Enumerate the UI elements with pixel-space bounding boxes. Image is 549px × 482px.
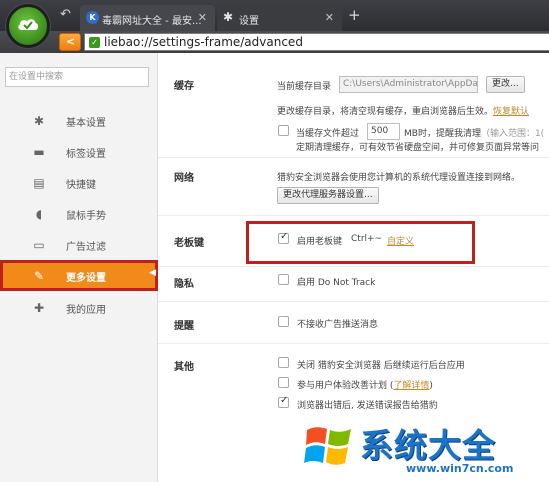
- sidebar-item-label: 广告过滤: [66, 242, 106, 253]
- cache-dir-field[interactable]: C:\Users\Administrator\AppData\: [339, 76, 478, 93]
- ux-program-label: 参与用户体验改善计划 (了解详情): [297, 381, 433, 391]
- boss-key-label: 启用老板键: [297, 237, 343, 247]
- divider: [158, 157, 549, 158]
- browser-logo-icon[interactable]: [6, 4, 50, 48]
- cache-dir-label: 当前缓存目录: [277, 82, 332, 92]
- error-report-checkbox[interactable]: [278, 395, 289, 408]
- url-input[interactable]: ✓ liebao://settings-frame/advanced: [84, 33, 549, 51]
- cache-limit-label-2: MB时，提醒我清理（输入范围：1(: [404, 129, 545, 139]
- cache-limit-label-1: 当缓存文件超过: [296, 129, 360, 139]
- puzzle-icon: ✚: [33, 301, 45, 315]
- sidebar-item-label: 更多设置: [66, 273, 106, 284]
- learn-more-link[interactable]: 了解详情: [393, 381, 429, 391]
- sidebar-item-basic[interactable]: ✱ 基本设置: [0, 105, 158, 136]
- cache-limit-input[interactable]: 500: [367, 123, 400, 140]
- divider: [158, 343, 549, 344]
- change-cache-dir-button[interactable]: 更改...: [486, 76, 525, 93]
- mouse-icon: ◖: [35, 207, 43, 221]
- cache-limit-hint: 定期清理缓存，可有效节省硬盘空间，并可修复页面异常等问: [296, 143, 540, 153]
- windows-logo-icon: [304, 427, 351, 465]
- tab-homepage[interactable]: K 毒霸网址大全 - 最安... ✕: [80, 5, 215, 31]
- chevron-left-icon: <: [66, 35, 76, 48]
- restore-default-link[interactable]: 恢复默认: [493, 107, 529, 117]
- watermark-url: www.win7cn.com: [406, 462, 514, 475]
- new-tab-icon[interactable]: +: [348, 8, 361, 23]
- error-report-label: 浏览器出错后, 发送错误报告给猎豹: [297, 401, 438, 411]
- divider: [158, 266, 549, 267]
- tab-title: 毒霸网址大全 - 最安...: [102, 16, 202, 27]
- proxy-settings-button[interactable]: 更改代理服务器设置...: [277, 187, 379, 204]
- k-logo-icon: K: [86, 11, 99, 24]
- settings-search-input[interactable]: 在设置中搜索: [5, 67, 149, 87]
- ux-program-checkbox[interactable]: [278, 377, 289, 388]
- sidebar-item-label: 我的应用: [66, 305, 106, 316]
- watermark-title: 系统大全: [360, 426, 496, 465]
- do-not-track-label: 启用 Do Not Track: [297, 278, 376, 288]
- section-title-privacy: 隐私: [174, 279, 194, 290]
- sidebar-item-tabs[interactable]: ▬ 标签设置: [0, 136, 158, 167]
- section-title-cache: 缓存: [174, 81, 194, 92]
- no-ad-push-checkbox[interactable]: [278, 316, 289, 327]
- gear-icon: ✱: [223, 10, 234, 24]
- secure-check-icon: ✓: [89, 37, 100, 48]
- chevron-left-icon: ◀: [149, 268, 156, 278]
- url-text: liebao://settings-frame/advanced: [104, 35, 303, 49]
- section-title-boss-key: 老板键: [174, 238, 204, 249]
- settings-sidebar: 在设置中搜索 ✱ 基本设置 ▬ 标签设置 ▤ 快捷键 ◖ 鼠标手势 ▭ 广告过滤…: [0, 53, 158, 482]
- sidebar-item-my-apps[interactable]: ✚ 我的应用: [0, 292, 158, 323]
- divider: [158, 215, 549, 216]
- sidebar-item-ad-filter[interactable]: ▭ 广告过滤: [0, 229, 158, 260]
- sidebar-item-label: 鼠标手势: [66, 211, 106, 222]
- sidebar-item-mouse-gestures[interactable]: ◖ 鼠标手势: [0, 198, 158, 229]
- gear-icon: ✱: [33, 114, 45, 128]
- sidebar-item-label: 快捷键: [66, 180, 96, 191]
- background-apps-label: 关闭 猎豹安全浏览器 后继续运行后台应用: [297, 361, 465, 371]
- sidebar-item-more-settings[interactable]: ✎ 更多设置 ◀: [0, 260, 158, 291]
- section-title-other: 其他: [174, 362, 194, 373]
- tab-icon: ▬: [33, 145, 45, 159]
- no-ad-push-label: 不接收广告推送消息: [297, 320, 379, 330]
- boss-key-checkbox[interactable]: [278, 231, 289, 244]
- close-icon[interactable]: ✕: [198, 11, 207, 24]
- undo-icon[interactable]: ↶: [60, 8, 71, 22]
- close-icon[interactable]: ✕: [325, 11, 334, 24]
- network-desc: 猎豹安全浏览器会使用您计算机的系统代理设置连接到网络。: [277, 173, 521, 183]
- sidebar-item-shortcuts[interactable]: ▤ 快捷键: [0, 167, 158, 198]
- filter-icon: ▭: [33, 238, 45, 252]
- cache-limit-checkbox[interactable]: [278, 125, 289, 136]
- sidebar-item-label: 标签设置: [66, 149, 106, 160]
- back-button[interactable]: <: [59, 33, 81, 51]
- address-bar: < ✓ liebao://settings-frame/advanced: [0, 31, 549, 53]
- wrench-icon: ✎: [33, 269, 45, 283]
- section-title-network: 网络: [174, 173, 194, 184]
- keyboard-icon: ▤: [33, 176, 45, 190]
- sidebar-item-label: 基本设置: [66, 118, 106, 129]
- do-not-track-checkbox[interactable]: [278, 274, 289, 285]
- cache-dir-hint: 更改缓存目录，将清空现有缓存，重启浏览器后生效。恢复默认: [277, 107, 530, 117]
- background-apps-checkbox[interactable]: [278, 357, 289, 368]
- boss-key-shortcut: Ctrl+~: [351, 234, 383, 244]
- tab-settings[interactable]: ✱ 设置 ✕: [217, 5, 342, 31]
- customize-link[interactable]: 自定义: [387, 234, 414, 247]
- tab-strip: ↶ K 毒霸网址大全 - 最安... ✕ ✱ 设置 ✕ +: [0, 0, 549, 31]
- tab-title: 设置: [239, 16, 259, 27]
- divider: [158, 301, 549, 302]
- site-watermark: 系统大全 www.win7cn.com: [294, 417, 549, 482]
- section-title-reminder: 提醒: [174, 321, 194, 332]
